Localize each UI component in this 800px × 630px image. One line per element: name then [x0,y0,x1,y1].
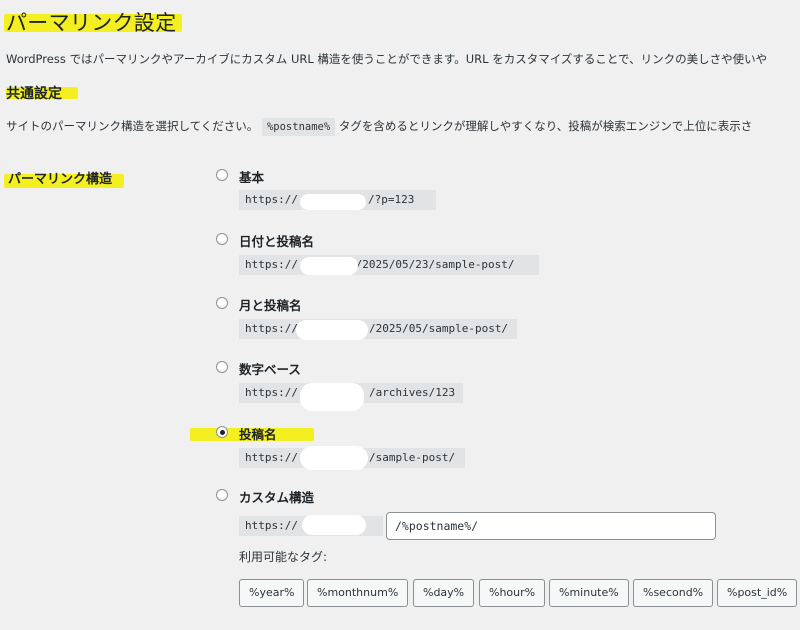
redacted-domain [300,446,368,470]
common-description-text: サイトのパーマリンク構造を選択してください。 [6,119,259,133]
url-suffix: /?p=123 [367,193,415,206]
redacted-domain [302,515,366,535]
custom-structure-input[interactable] [386,512,716,540]
radio-post-name[interactable] [216,426,228,438]
url-prefix: https:// [245,322,298,335]
url-prefix: https:// [245,193,298,206]
url-example-month-and-name: https:// /2025/05/sample-post/ [239,319,517,339]
redacted-domain [300,257,358,275]
redacted-domain [300,194,366,210]
tag-button-second[interactable]: %second% [633,579,714,607]
option-label-post-name: 投稿名 [239,427,277,442]
url-prefix: https:// [245,451,298,464]
url-suffix: /2025/05/sample-post/ [368,322,509,335]
common-description: サイトのパーマリンク構造を選択してください。 %postname% タグを含める… [6,118,753,136]
radio-basic[interactable] [216,169,228,181]
radio-numeric[interactable] [216,361,228,373]
common-description-text-2: タグを含めるとリンクが理解しやすくなり、投稿が検索エンジンで上位に表示さ [338,119,753,133]
option-label-day-and-name: 日付と投稿名 [239,234,315,249]
redacted-domain [300,383,364,411]
tag-button-hour[interactable]: %hour% [479,579,546,607]
url-example-day-and-name: https:// n/2025/05/23/sample-post/ [239,255,539,275]
page-title: パーマリンク設定 [6,11,177,35]
url-suffix: /sample-post/ [368,451,456,464]
url-prefix: https:// [245,386,298,399]
tag-button-year[interactable]: %year% [239,579,305,607]
radio-month-and-name[interactable] [216,297,228,309]
option-label-numeric: 数字ベース [239,362,301,377]
url-prefix: https:// [245,519,298,532]
url-suffix: n/2025/05/23/sample-post/ [348,258,515,271]
radio-custom[interactable] [216,489,228,501]
tag-button-day[interactable]: %day% [413,579,475,607]
redacted-domain [296,320,368,340]
permalink-structure-label: パーマリンク構造 [8,172,113,187]
tag-button-minute[interactable]: %minute% [549,579,629,607]
url-prefix: https:// [245,258,298,271]
option-label-basic: 基本 [239,170,265,185]
option-label-custom: カスタム構造 [239,490,315,505]
tag-button-monthnum[interactable]: %monthnum% [307,579,409,607]
option-label-month-and-name: 月と投稿名 [239,298,302,313]
tag-button-post-id[interactable]: %post_id% [717,579,798,607]
page-description: WordPress ではパーマリンクやアーカイブにカスタム URL 構造を使うこ… [6,52,768,66]
radio-day-and-name[interactable] [216,233,228,245]
url-suffix: /archives/123 [368,386,456,399]
postname-code: %postname% [261,118,336,136]
available-tags-label: 利用可能なタグ: [239,550,328,564]
section-heading-common: 共通設定 [6,86,62,102]
